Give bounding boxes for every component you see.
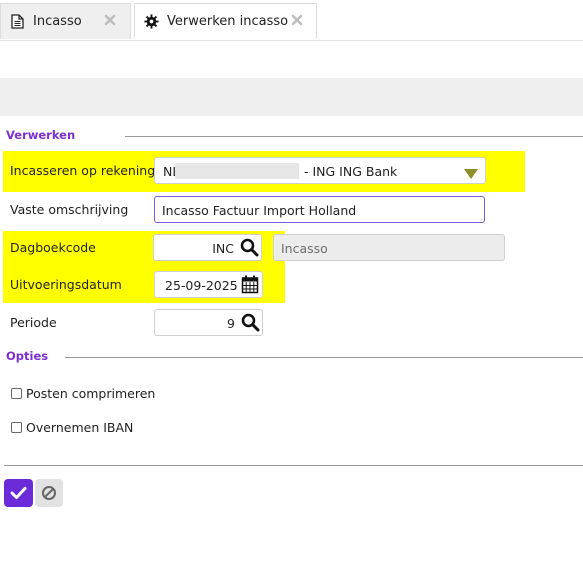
section-divider (125, 136, 583, 137)
search-icon[interactable] (241, 313, 260, 335)
gear-icon (143, 13, 159, 29)
tab-incasso[interactable]: Incasso (0, 3, 131, 39)
dagboekcode-label: Dagboekcode (10, 240, 96, 255)
omschrijving-value: Incasso Factuur Import Holland (162, 203, 357, 218)
section-header-opties: Opties (6, 349, 49, 363)
periode-label: Periode (10, 315, 57, 330)
rekening-value-suffix: - ING ING Bank (304, 164, 398, 179)
rekening-label: Incasseren op rekening (10, 163, 156, 178)
cancel-button[interactable] (35, 479, 63, 507)
calendar-icon[interactable] (241, 275, 259, 297)
omschrijving-label: Vaste omschrijving (10, 202, 129, 217)
uitvoeringsdatum-label: Uitvoeringsdatum (10, 277, 122, 292)
overnemen-iban-checkbox[interactable] (11, 422, 22, 433)
periode-value: 9 (227, 316, 235, 331)
tab-verwerken-label: Verwerken incasso (167, 13, 289, 29)
redacted-account-number (175, 163, 299, 179)
posten-comprimeren-checkbox[interactable] (11, 388, 22, 399)
section-header-verwerken: Verwerken (6, 128, 76, 142)
uitvoeringsdatum-value: 25-09-2025 (165, 278, 238, 293)
dagboekcode-value: INC (212, 241, 234, 256)
rekening-select[interactable]: NL - ING ING Bank (154, 157, 486, 184)
search-icon[interactable] (240, 238, 259, 260)
toolbar-strip (0, 78, 583, 116)
close-icon[interactable] (104, 14, 118, 28)
close-icon[interactable] (291, 14, 305, 28)
uitvoeringsdatum-input[interactable]: 25-09-2025 (154, 271, 263, 298)
document-icon (9, 14, 25, 30)
overnemen-iban-label: Overnemen IBAN (26, 420, 134, 435)
tab-verwerken-incasso[interactable]: Verwerken incasso (134, 3, 317, 39)
tab-incasso-label: Incasso (33, 14, 82, 29)
periode-input[interactable]: 9 (154, 309, 263, 336)
section-divider (65, 357, 583, 358)
dagboekcode-description: Incasso (273, 234, 505, 261)
omschrijving-input[interactable]: Incasso Factuur Import Holland (154, 196, 485, 223)
footer-divider (4, 465, 583, 466)
dropdown-arrow-icon[interactable] (464, 167, 478, 182)
dagboekcode-input[interactable]: INC (153, 234, 262, 261)
posten-comprimeren-label: Posten comprimeren (26, 386, 156, 401)
ban-icon (41, 485, 57, 504)
checkmark-icon (10, 486, 27, 503)
confirm-button[interactable] (4, 479, 33, 507)
dagboekcode-description-value: Incasso (281, 241, 328, 256)
